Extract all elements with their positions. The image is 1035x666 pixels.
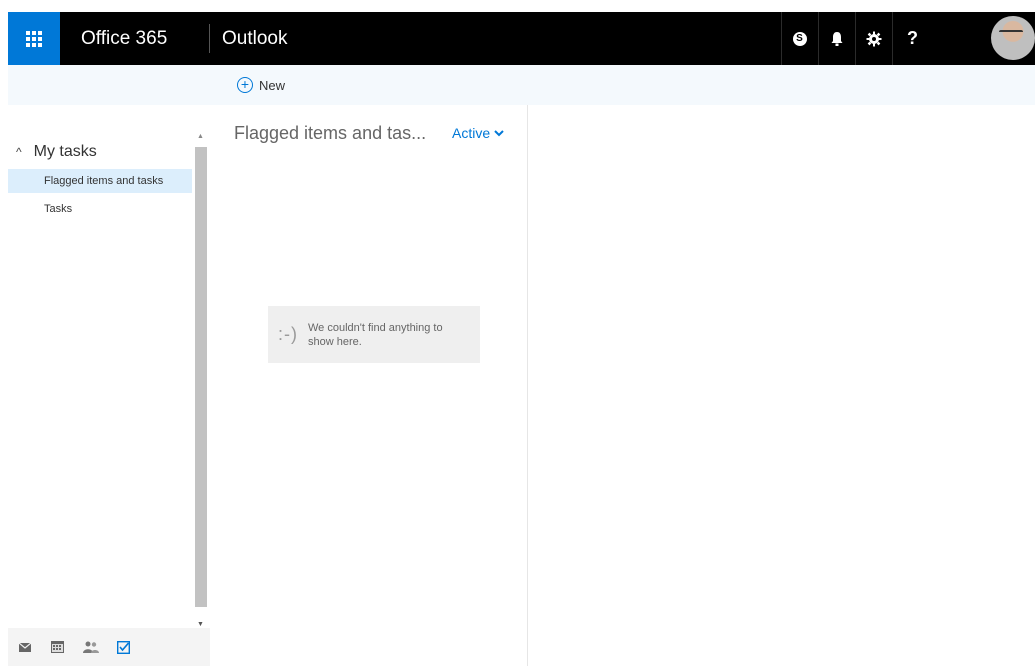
skype-button[interactable]: S [781, 12, 817, 65]
people-icon[interactable] [74, 628, 107, 666]
top-bar: Office 365 Outlook S ? [0, 0, 1035, 65]
filter-dropdown[interactable]: Active [452, 125, 504, 141]
skype-icon: S [792, 31, 807, 46]
filter-label: Active [452, 125, 491, 141]
new-label: New [259, 77, 286, 93]
app-name[interactable]: Outlook [222, 12, 287, 65]
help-icon: ? [907, 28, 918, 48]
scroll-thumb[interactable] [195, 147, 207, 607]
chevron-down-icon [494, 129, 504, 136]
app-switcher [8, 628, 210, 666]
tasks-icon[interactable] [107, 628, 140, 666]
avatar[interactable] [991, 16, 1035, 60]
bell-icon [831, 31, 842, 46]
chevron-up-icon[interactable]: ^ [16, 145, 22, 159]
my-tasks-label: My tasks [33, 143, 97, 160]
help-button[interactable]: ? [892, 12, 932, 65]
mail-icon[interactable] [8, 628, 41, 666]
command-bar: + New [8, 65, 1035, 105]
list-title: Flagged items and tas... [234, 123, 427, 143]
notifications-button[interactable] [818, 12, 854, 65]
calendar-icon[interactable] [41, 628, 74, 666]
reading-pane [528, 105, 1035, 666]
header-divider [209, 24, 210, 53]
empty-state: :-) We couldn't find anything to show he… [268, 306, 480, 363]
waffle-icon[interactable] [8, 12, 60, 65]
folder-scrollbar[interactable]: ▲ ▼ [194, 131, 208, 631]
settings-button[interactable] [855, 12, 891, 65]
my-tasks-header[interactable]: ^ My tasks [16, 143, 97, 161]
gear-icon [866, 31, 881, 46]
new-button[interactable]: + New [237, 75, 285, 95]
folder-item-tasks[interactable]: Tasks [8, 197, 192, 221]
folder-item-flagged[interactable]: Flagged items and tasks [8, 169, 192, 193]
suite-header: Office 365 Outlook S ? [8, 12, 1035, 65]
plus-circle-icon: + [237, 77, 253, 93]
empty-message: We couldn't find anything to show here. [308, 321, 443, 348]
brand-link[interactable]: Office 365 [81, 12, 167, 65]
folder-pane: ^ My tasks Flagged items and tasks Tasks… [8, 105, 210, 666]
task-list-pane: Flagged items and tas... Active :-) We c… [210, 105, 528, 666]
scroll-up-icon[interactable]: ▲ [197, 133, 204, 140]
scroll-down-icon[interactable]: ▼ [197, 621, 204, 628]
smiley-icon: :-) [278, 324, 298, 344]
